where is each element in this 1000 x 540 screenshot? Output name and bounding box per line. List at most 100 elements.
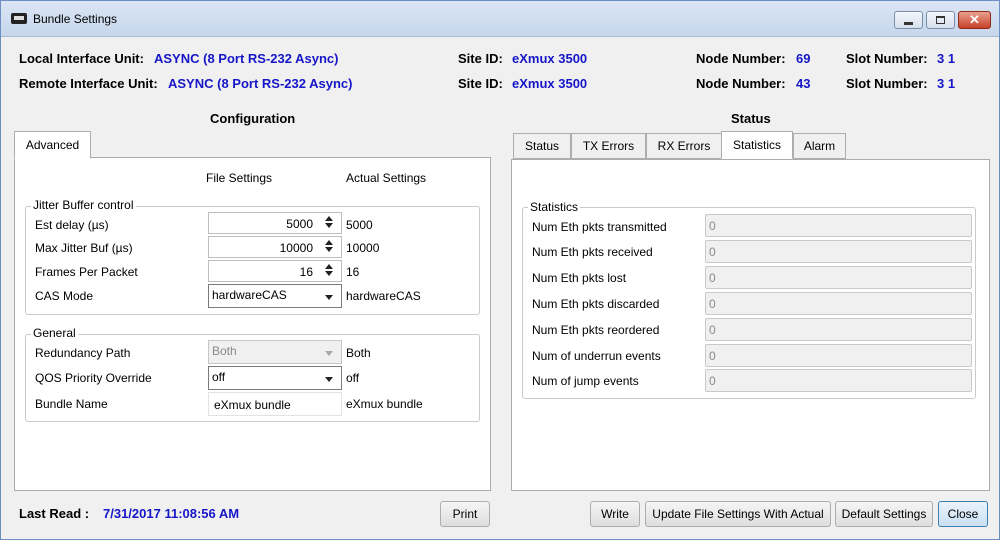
tab-advanced[interactable]: Advanced bbox=[14, 131, 91, 159]
close-icon: ✕ bbox=[969, 12, 980, 27]
close-window-button[interactable]: ✕ bbox=[958, 11, 991, 29]
local-interface-label: Local Interface Unit: bbox=[19, 51, 144, 66]
bundle-name-input[interactable]: eXmux bundle bbox=[208, 392, 342, 416]
stat-reordered-field: 0 bbox=[705, 318, 972, 341]
maximize-icon bbox=[936, 16, 945, 24]
tab-rx-errors[interactable]: RX Errors bbox=[646, 133, 722, 159]
local-interface-value: ASYNC (8 Port RS-232 Async) bbox=[154, 51, 339, 66]
stat-jump-value: 0 bbox=[709, 374, 716, 388]
stat-jump-field: 0 bbox=[705, 369, 972, 392]
est-delay-actual: 5000 bbox=[346, 218, 373, 232]
stat-received-value: 0 bbox=[709, 245, 716, 259]
qos-priority-select[interactable]: off bbox=[208, 366, 342, 390]
frames-per-packet-stepper[interactable]: 16 bbox=[208, 260, 342, 282]
tab-statistics[interactable]: Statistics bbox=[721, 131, 793, 159]
stat-transmitted-field: 0 bbox=[705, 214, 972, 237]
chevron-down-icon bbox=[325, 377, 333, 382]
configuration-title: Configuration bbox=[210, 111, 296, 126]
local-node-value: 69 bbox=[796, 51, 811, 66]
est-delay-value: 5000 bbox=[286, 217, 313, 231]
remote-site-value: eXmux 3500 bbox=[512, 76, 588, 91]
bundle-name-actual: eXmux bundle bbox=[346, 397, 423, 411]
stat-lost-field: 0 bbox=[705, 266, 972, 289]
app-icon bbox=[11, 13, 27, 24]
title-bar[interactable]: Bundle Settings ✕ bbox=[1, 1, 999, 37]
write-button[interactable]: Write bbox=[590, 501, 640, 527]
default-settings-button[interactable]: Default Settings bbox=[835, 501, 933, 527]
minimize-button[interactable] bbox=[894, 11, 923, 29]
remote-slot-value: 3 1 bbox=[937, 76, 956, 91]
redundancy-path-label: Redundancy Path bbox=[35, 346, 131, 360]
max-jitter-value: 10000 bbox=[279, 241, 313, 255]
local-slot-label: Slot Number: bbox=[846, 51, 928, 66]
frames-per-packet-label: Frames Per Packet bbox=[35, 265, 138, 279]
window-title: Bundle Settings bbox=[33, 12, 118, 26]
chevron-down-icon bbox=[325, 351, 333, 356]
stat-underrun-value: 0 bbox=[709, 349, 716, 363]
minimize-icon bbox=[904, 21, 913, 25]
qos-priority-value: off bbox=[212, 370, 226, 384]
stat-jump-label: Num of jump events bbox=[532, 374, 639, 388]
est-delay-stepper[interactable]: 5000 bbox=[208, 212, 342, 234]
cas-mode-value: hardwareCAS bbox=[212, 288, 287, 302]
last-read-label: Last Read : bbox=[19, 506, 90, 521]
update-file-settings-button[interactable]: Update File Settings With Actual bbox=[645, 501, 831, 527]
max-jitter-actual: 10000 bbox=[346, 241, 380, 255]
tab-alarm[interactable]: Alarm bbox=[793, 133, 846, 159]
stepper-arrows-icon[interactable] bbox=[323, 238, 335, 256]
print-button[interactable]: Print bbox=[440, 501, 490, 527]
stepper-arrows-icon[interactable] bbox=[323, 262, 335, 280]
last-read-value: 7/31/2017 11:08:56 AM bbox=[103, 506, 240, 521]
cas-mode-label: CAS Mode bbox=[35, 289, 94, 303]
stat-reordered-label: Num Eth pkts reordered bbox=[532, 323, 660, 337]
remote-slot-label: Slot Number: bbox=[846, 76, 928, 91]
max-jitter-label: Max Jitter Buf (µs) bbox=[35, 241, 133, 255]
stat-lost-label: Num Eth pkts lost bbox=[532, 271, 627, 285]
jitter-buffer-legend: Jitter Buffer control bbox=[31, 198, 136, 212]
remote-site-label: Site ID: bbox=[458, 76, 503, 91]
redundancy-path-select: Both bbox=[208, 340, 342, 364]
status-title: Status bbox=[731, 111, 771, 126]
qos-priority-label: QOS Priority Override bbox=[35, 371, 152, 385]
local-site-label: Site ID: bbox=[458, 51, 503, 66]
stat-received-label: Num Eth pkts received bbox=[532, 245, 653, 259]
chevron-down-icon bbox=[325, 295, 333, 300]
cas-mode-actual: hardwareCAS bbox=[346, 289, 421, 303]
stepper-arrows-icon[interactable] bbox=[323, 214, 335, 232]
bundle-settings-window: Bundle Settings ✕ Local Interface Unit: … bbox=[0, 0, 1000, 540]
general-legend: General bbox=[31, 326, 78, 340]
cas-mode-select[interactable]: hardwareCAS bbox=[208, 284, 342, 308]
stat-discarded-field: 0 bbox=[705, 292, 972, 315]
remote-interface-value: ASYNC (8 Port RS-232 Async) bbox=[168, 76, 353, 91]
stat-underrun-label: Num of underrun events bbox=[532, 349, 661, 363]
redundancy-path-actual: Both bbox=[346, 346, 371, 360]
maximize-button[interactable] bbox=[926, 11, 955, 29]
actual-settings-header: Actual Settings bbox=[346, 171, 427, 185]
stat-underrun-field: 0 bbox=[705, 344, 972, 367]
local-node-label: Node Number: bbox=[696, 51, 786, 66]
redundancy-path-value: Both bbox=[212, 344, 237, 358]
stat-received-field: 0 bbox=[705, 240, 972, 263]
local-slot-value: 3 1 bbox=[937, 51, 956, 66]
bundle-name-value: eXmux bundle bbox=[214, 398, 291, 412]
frames-per-packet-actual: 16 bbox=[346, 265, 360, 279]
remote-node-value: 43 bbox=[796, 76, 811, 91]
file-settings-header: File Settings bbox=[206, 171, 273, 185]
remote-node-label: Node Number: bbox=[696, 76, 786, 91]
qos-priority-actual: off bbox=[346, 371, 360, 385]
bundle-name-label: Bundle Name bbox=[35, 397, 108, 411]
stat-transmitted-label: Num Eth pkts transmitted bbox=[532, 220, 667, 234]
tab-status[interactable]: Status bbox=[513, 133, 571, 159]
max-jitter-stepper[interactable]: 10000 bbox=[208, 236, 342, 258]
stat-reordered-value: 0 bbox=[709, 323, 716, 337]
close-button[interactable]: Close bbox=[938, 501, 988, 527]
frames-per-packet-value: 16 bbox=[299, 265, 313, 279]
est-delay-label: Est delay (µs) bbox=[35, 218, 109, 232]
stat-discarded-value: 0 bbox=[709, 297, 716, 311]
stat-discarded-label: Num Eth pkts discarded bbox=[532, 297, 660, 311]
local-site-value: eXmux 3500 bbox=[512, 51, 588, 66]
stat-transmitted-value: 0 bbox=[709, 219, 716, 233]
statistics-legend: Statistics bbox=[528, 200, 581, 214]
stat-lost-value: 0 bbox=[709, 271, 716, 285]
tab-tx-errors[interactable]: TX Errors bbox=[571, 133, 646, 159]
